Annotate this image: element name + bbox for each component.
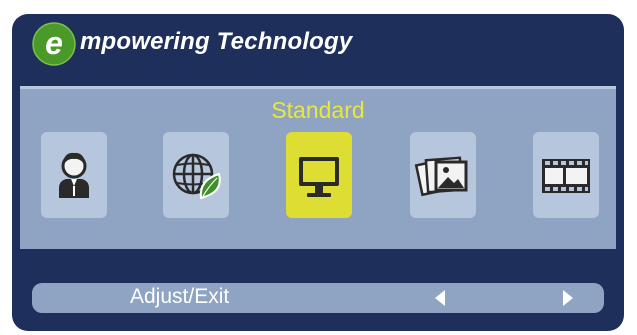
film-icon: [542, 159, 590, 193]
brand-tagline: mpowering Technology: [80, 28, 353, 55]
mode-user-button[interactable]: [41, 132, 107, 218]
logo-letter: e: [45, 25, 63, 61]
mode-standard-button[interactable]: [286, 132, 352, 218]
triangle-left-icon: [435, 290, 445, 306]
bottom-control-bar: Adjust/Exit: [32, 283, 604, 313]
mode-movie-button[interactable]: [533, 132, 599, 218]
eco-globe-icon: [172, 153, 221, 200]
selected-mode-label: Standard: [271, 97, 365, 123]
mode-graphics-button[interactable]: [410, 132, 476, 218]
left-arrow-button[interactable]: [430, 288, 452, 308]
mode-eco-button[interactable]: [163, 132, 229, 218]
user-icon: [59, 152, 89, 198]
empowering-e-logo-icon: e: [32, 22, 76, 66]
photos-icon: [414, 156, 468, 197]
triangle-right-icon: [563, 290, 573, 306]
adjust-exit-label: Adjust/Exit: [130, 285, 230, 308]
mode-panel: Standard: [20, 86, 616, 249]
right-arrow-button[interactable]: [557, 288, 579, 308]
monitor-icon: [299, 157, 339, 197]
header-bar: e mpowering Technology: [12, 14, 624, 72]
osd-menu: e mpowering Technology Standard Adjust/E…: [12, 14, 624, 331]
